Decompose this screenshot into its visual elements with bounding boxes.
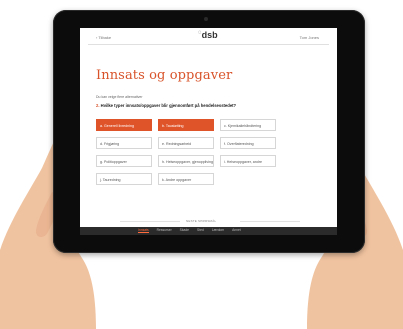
- question-text: Hvilke typer innsats/oppgaver blir gjenn…: [100, 103, 237, 108]
- nav-item[interactable]: Skade: [180, 228, 189, 233]
- question-heading: 2. Hvilke typer innsats/oppgaver blir gj…: [96, 103, 236, 108]
- back-link[interactable]: ‹ Tilbake: [96, 35, 111, 40]
- tablet-screen: ‹ Tilbake ◌dsb Tom Jones Innsats og oppg…: [80, 28, 337, 235]
- top-bar: ‹ Tilbake ◌dsb Tom Jones: [80, 28, 337, 44]
- nav-item[interactable]: Sted: [197, 228, 204, 233]
- nav-item[interactable]: Annet: [232, 228, 241, 233]
- option-tile[interactable]: d. Frigjøring: [96, 137, 152, 149]
- bottom-nav-bar: Innsats Ressurser Skade Sted Lærdom Annet: [80, 227, 337, 235]
- option-tile[interactable]: i. Helseoppgaver, andre: [220, 155, 276, 167]
- page-title: Innsats og oppgaver: [96, 68, 233, 83]
- camera-dot: [204, 17, 208, 21]
- tablet-device: ‹ Tilbake ◌dsb Tom Jones Innsats og oppg…: [53, 10, 365, 253]
- topbar-divider: [88, 44, 329, 45]
- option-tile[interactable]: g. Politioppgaver: [96, 155, 152, 167]
- option-tile[interactable]: f. Overflateredning: [220, 137, 276, 149]
- photo-scene: ‹ Tilbake ◌dsb Tom Jones Innsats og oppg…: [0, 0, 403, 329]
- footer-rule-right: [240, 221, 300, 222]
- bottom-nav: Innsats Ressurser Skade Sted Lærdom Annet: [138, 228, 241, 233]
- next-question-link[interactable]: NESTE SPØRSMÅL: [186, 219, 216, 223]
- logo-text: dsb: [201, 30, 218, 40]
- nav-item[interactable]: Ressurser: [157, 228, 172, 233]
- option-tile[interactable]: a. Generell livredning: [96, 119, 152, 131]
- nav-item[interactable]: Lærdom: [212, 228, 224, 233]
- option-tile[interactable]: h. Helseoppgaver, gjenoppliving: [158, 155, 214, 167]
- option-tile[interactable]: k. Andre oppgaver: [158, 173, 214, 185]
- option-tile[interactable]: e. Redningsarbeid: [158, 137, 214, 149]
- footer-rule-left: [120, 221, 180, 222]
- option-tile[interactable]: c. Kjemikaliehåndtering: [220, 119, 276, 131]
- option-tile[interactable]: j. Tauredning: [96, 173, 152, 185]
- option-tile[interactable]: b. Taustøtting: [158, 119, 214, 131]
- options-grid: a. Generell livredning b. Taustøtting c. K…: [96, 119, 286, 185]
- user-name-link[interactable]: Tom Jones: [300, 35, 319, 40]
- question-number: 2.: [96, 103, 100, 108]
- dsb-logo: ◌dsb: [198, 30, 218, 40]
- nav-item[interactable]: Innsats: [138, 228, 149, 233]
- selection-hint: Du kan velge flere alternativer: [96, 95, 143, 99]
